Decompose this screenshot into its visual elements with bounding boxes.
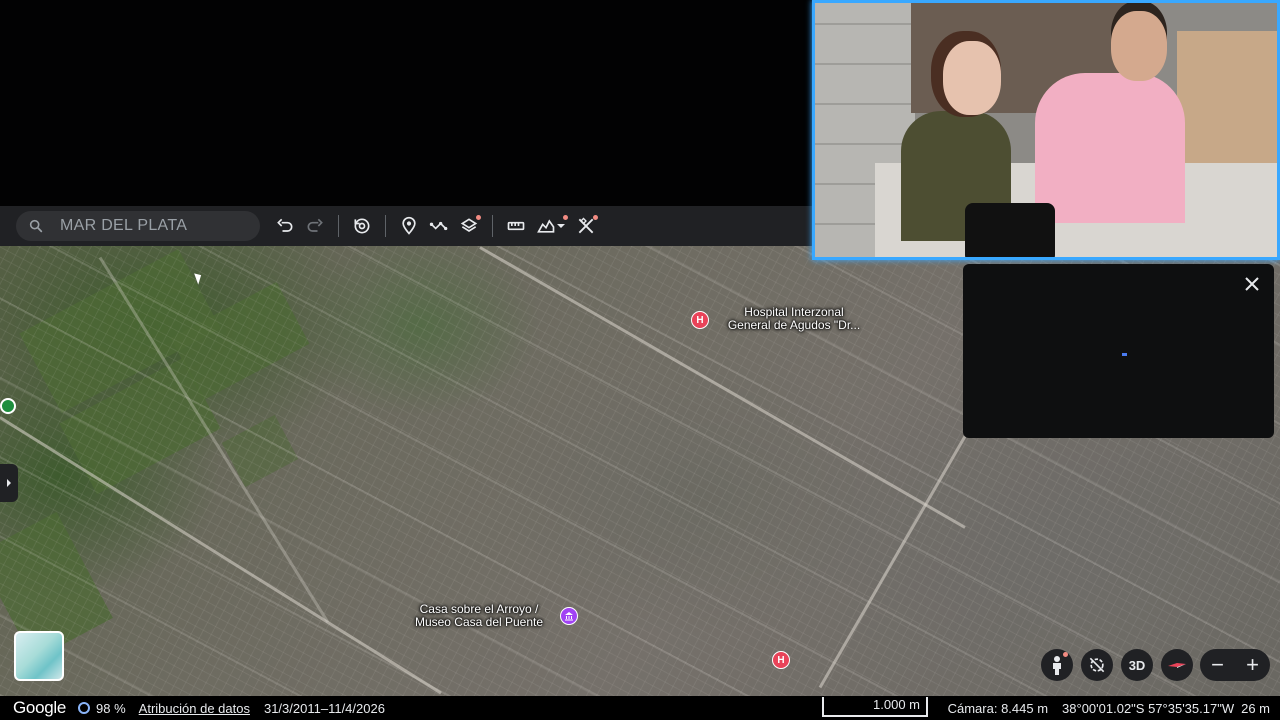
hospital-label[interactable]: Hospital Interzonal General de Agudos "D… <box>714 306 874 332</box>
empty-top-area <box>0 0 812 206</box>
imagery-dates: 31/3/2011–11/4/2026 <box>263 700 385 716</box>
elevation-profile-button[interactable] <box>531 211 571 241</box>
notification-dot <box>1063 652 1068 657</box>
placemark-icon <box>402 216 416 235</box>
tools-button[interactable] <box>571 211 601 241</box>
hospital-pin-icon[interactable]: H <box>691 311 709 329</box>
toolbar-separator <box>338 215 339 237</box>
loading-percent: 98 % <box>96 700 126 716</box>
path-icon <box>429 221 448 231</box>
dropdown-icon <box>557 224 565 228</box>
toolbar-separator <box>385 215 386 237</box>
notification-dot <box>593 215 598 220</box>
search-box[interactable]: MAR DEL PLATA <box>16 211 260 241</box>
notification-dot <box>563 215 568 220</box>
search-icon <box>29 219 43 233</box>
loading-spinner-icon <box>1122 353 1127 356</box>
place-pin-icon[interactable] <box>0 398 16 414</box>
street-view-button[interactable] <box>1041 649 1073 681</box>
toggle-3d-button[interactable]: 3D <box>1121 649 1153 681</box>
coordinates: 38°00'01.02"S 57°35'35.17"W <box>1062 700 1235 716</box>
redo-icon <box>307 218 323 232</box>
layers-button[interactable] <box>454 211 484 241</box>
reset-tilt-button[interactable] <box>1081 649 1113 681</box>
draw-path-button[interactable] <box>424 211 454 241</box>
add-placemark-button[interactable] <box>394 211 424 241</box>
expand-panel-button[interactable] <box>0 464 18 502</box>
webcam-person <box>1035 73 1185 223</box>
chevron-right-icon <box>7 479 11 487</box>
elevation: 26 m <box>1241 700 1270 716</box>
webcam-person-head <box>943 41 1001 115</box>
loading-progress-icon <box>78 702 91 714</box>
search-input[interactable]: MAR DEL PLATA <box>60 217 187 235</box>
map-style-thumbnail[interactable] <box>14 631 64 681</box>
history-icon <box>354 218 370 234</box>
camera-altitude: Cámara: 8.445 m <box>947 700 1049 716</box>
measure-button[interactable] <box>501 211 531 241</box>
historical-imagery-button[interactable] <box>347 211 377 241</box>
hospital-pin-icon[interactable]: H <box>772 651 790 669</box>
museum-pin-icon[interactable] <box>560 607 578 625</box>
zoom-control: − + <box>1200 649 1270 681</box>
zoom-in-button[interactable]: + <box>1246 652 1259 678</box>
tilt-off-icon <box>1089 657 1105 673</box>
webcam-person-head <box>1111 11 1167 81</box>
google-logo: Google <box>13 698 67 717</box>
compass-icon <box>1168 663 1186 668</box>
redo-button[interactable] <box>300 211 330 241</box>
status-bar: Google 98 % Atribución de datos 31/3/201… <box>0 696 1280 720</box>
top-toolbar: MAR DEL PLATA <box>0 206 812 246</box>
webcam-overlay <box>812 0 1280 260</box>
notification-dot <box>476 215 481 220</box>
toolbar-separator <box>492 215 493 237</box>
data-attribution-link[interactable]: Atribución de datos <box>139 701 250 716</box>
undo-icon <box>277 218 293 232</box>
zoom-out-button[interactable]: − <box>1211 652 1224 678</box>
ruler-icon <box>507 221 525 231</box>
info-panel <box>963 264 1274 438</box>
webcam-mug <box>965 203 1055 257</box>
compass-button[interactable] <box>1161 649 1193 681</box>
scale-bar[interactable]: 1.000 m <box>822 697 928 717</box>
close-icon[interactable] <box>1242 274 1262 294</box>
elevation-icon <box>537 219 555 233</box>
museum-label[interactable]: Casa sobre el Arroyo / Museo Casa del Pu… <box>404 603 554 629</box>
pegman-icon <box>1053 656 1061 675</box>
undo-button[interactable] <box>270 211 300 241</box>
